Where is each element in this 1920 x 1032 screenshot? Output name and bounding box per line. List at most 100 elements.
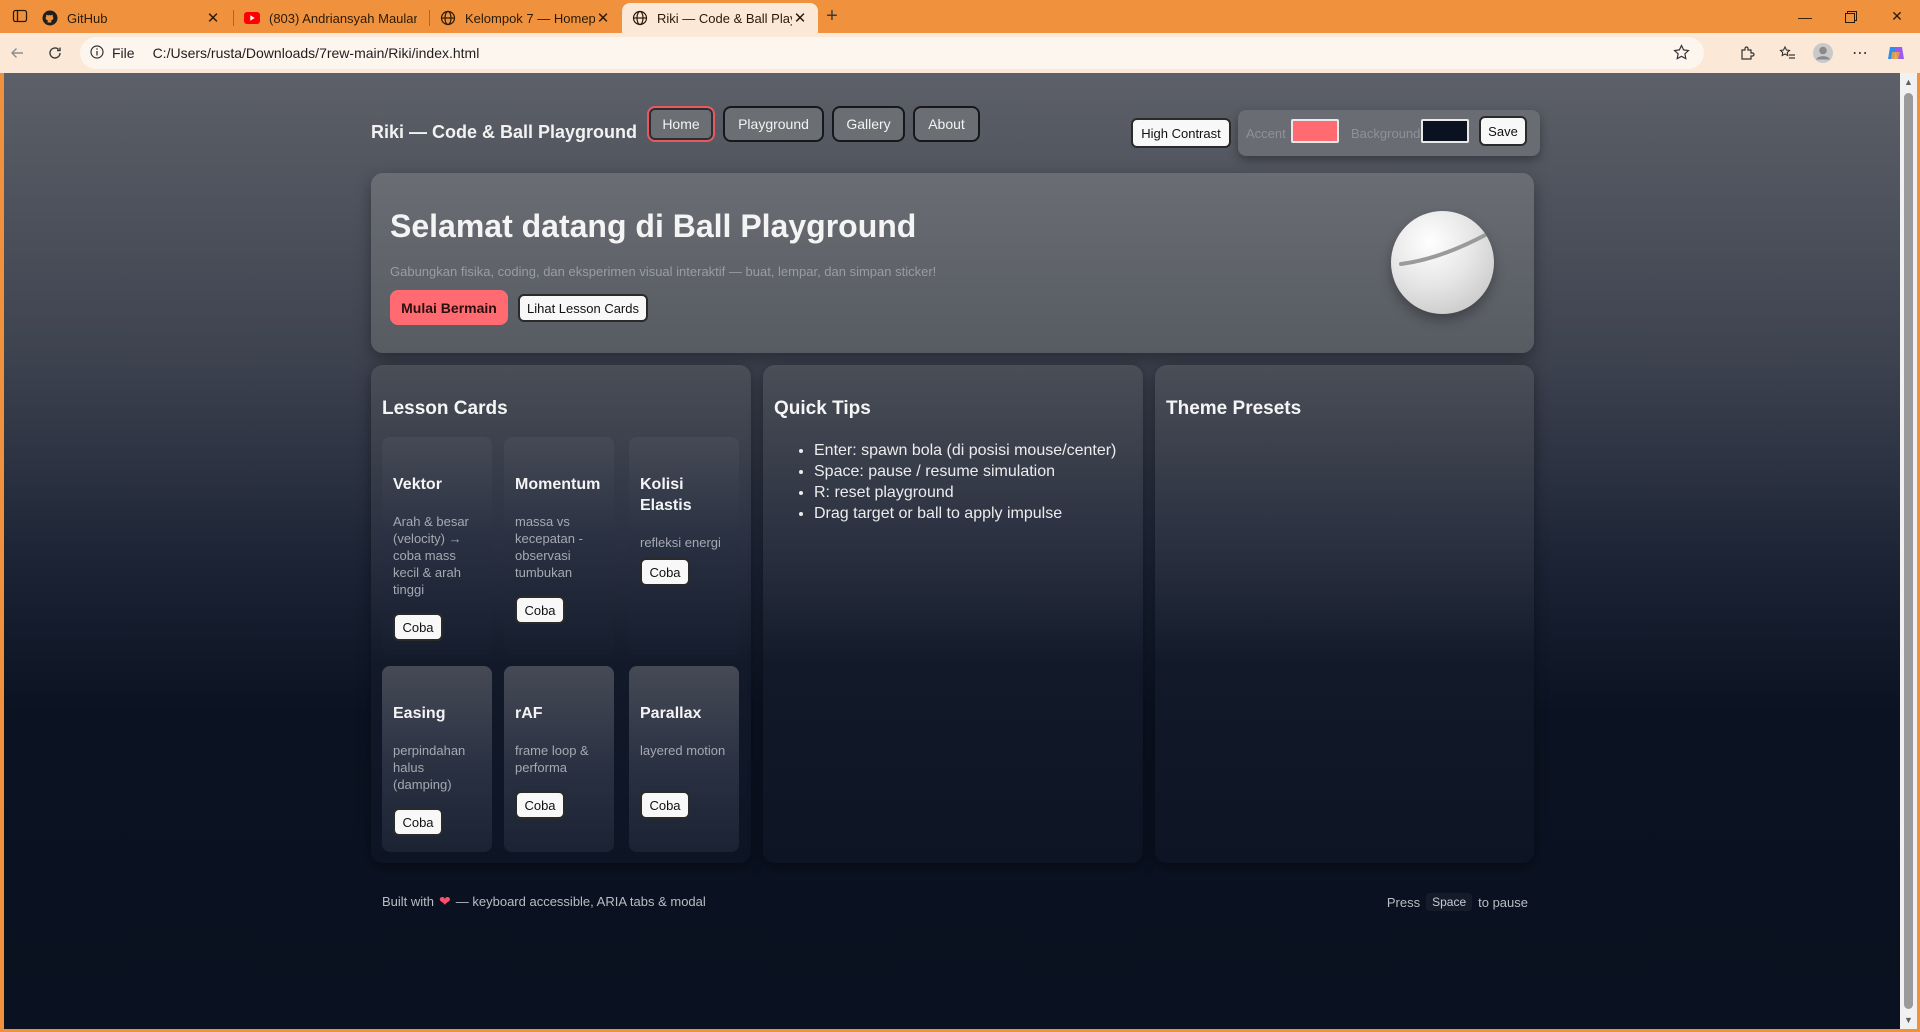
hero-section: Selamat datang di Ball Playground Gabung… bbox=[371, 173, 1534, 353]
list-item: Enter: spawn bola (di posisi mouse/cente… bbox=[814, 440, 1116, 461]
tab-youtube[interactable]: (803) Andriansyah Maulana - You bbox=[234, 3, 427, 33]
card-description: layered motion bbox=[640, 743, 726, 758]
list-item: R: reset playground bbox=[814, 482, 1116, 503]
scroll-down-icon[interactable]: ▼ bbox=[1904, 1015, 1913, 1025]
nav-about-button[interactable]: About bbox=[913, 106, 980, 142]
github-icon bbox=[42, 10, 58, 26]
list-item: Space: pause / resume simulation bbox=[814, 461, 1116, 482]
try-button[interactable]: Coba bbox=[393, 613, 443, 641]
lesson-cards-panel: Lesson Cards Vektor Arah & besar (veloci… bbox=[371, 365, 751, 863]
lesson-card: rAF frame loop & performa Coba bbox=[504, 666, 614, 852]
nav-gallery-button[interactable]: Gallery bbox=[832, 106, 905, 142]
accent-label: Accent bbox=[1246, 126, 1286, 141]
start-playing-button[interactable]: Mulai Bermain bbox=[390, 290, 508, 325]
reload-icon[interactable] bbox=[41, 39, 69, 67]
theme-presets-panel: Theme Presets bbox=[1155, 365, 1534, 863]
minimize-icon[interactable]: — bbox=[1782, 0, 1828, 33]
card-description: frame loop & performa bbox=[515, 743, 589, 775]
scheme-label: File bbox=[112, 45, 135, 61]
footer-shortcut-hint: Press Space to pause bbox=[1384, 893, 1528, 911]
hero-title: Selamat datang di Ball Playground bbox=[390, 208, 917, 244]
background-color-picker[interactable] bbox=[1421, 119, 1469, 143]
lesson-cards-title: Lesson Cards bbox=[382, 398, 508, 419]
quick-tips-panel: Quick Tips Enter: spawn bola (di posisi … bbox=[763, 365, 1143, 863]
theme-controls: Accent Background Save bbox=[1238, 110, 1540, 156]
tab-github[interactable]: GitHub ✕ bbox=[32, 3, 231, 33]
card-title: Momentum bbox=[515, 476, 601, 493]
close-window-icon[interactable]: ✕ bbox=[1874, 0, 1920, 33]
close-tab-icon[interactable]: ✕ bbox=[792, 10, 808, 27]
favorite-star-icon[interactable] bbox=[1673, 44, 1690, 64]
card-description: massa vs kecepatan - observasi tumbukan bbox=[515, 514, 583, 580]
accent-color-picker[interactable] bbox=[1291, 119, 1339, 143]
footer-pause-label: to pause bbox=[1478, 894, 1528, 910]
card-title: Kolisi Elastis bbox=[640, 476, 692, 514]
lesson-card: Parallax layered motion Coba bbox=[629, 666, 739, 852]
tab-title: (803) Andriansyah Maulana - You bbox=[269, 10, 417, 26]
heart-icon: ❤ bbox=[439, 893, 451, 909]
list-item: Drag target or ball to apply impulse bbox=[814, 503, 1116, 524]
theme-presets-title: Theme Presets bbox=[1166, 398, 1302, 419]
scroll-up-icon[interactable]: ▲ bbox=[1904, 77, 1913, 87]
address-bar[interactable]: File C:/Users/rusta/Downloads/7rew-main/… bbox=[80, 37, 1704, 69]
browser-toolbar: File C:/Users/rusta/Downloads/7rew-main/… bbox=[0, 33, 1920, 73]
browser-tab-bar: GitHub ✕ (803) Andriansyah Maulana - You… bbox=[0, 0, 1920, 33]
tab-riki[interactable]: Riki — Code & Ball Playground ✕ bbox=[622, 3, 818, 33]
nav-playground-button[interactable]: Playground bbox=[723, 106, 824, 142]
view-lesson-cards-button[interactable]: Lihat Lesson Cards bbox=[518, 294, 648, 322]
try-button[interactable]: Coba bbox=[515, 791, 565, 819]
footer-press-label: Press bbox=[1386, 894, 1421, 910]
back-icon[interactable] bbox=[3, 39, 31, 67]
profile-avatar-icon[interactable] bbox=[1809, 39, 1837, 67]
more-options-icon[interactable]: ⋯ bbox=[1846, 39, 1874, 67]
footer-credits: Built with ❤ — keyboard accessible, ARIA… bbox=[382, 893, 706, 910]
page-scrollbar[interactable]: ▲ ▼ bbox=[1900, 73, 1917, 1029]
hero-subtitle: Gabungkan fisika, coding, dan eksperimen… bbox=[390, 264, 937, 279]
card-description: perpindahan halus (damping) bbox=[393, 743, 466, 792]
url-text[interactable]: C:/Users/rusta/Downloads/7rew-main/Riki/… bbox=[153, 45, 480, 61]
card-title: Easing bbox=[393, 705, 446, 722]
tab-title: GitHub bbox=[67, 10, 108, 26]
space-key-badge: Space bbox=[1426, 893, 1473, 911]
lesson-card: Easing perpindahan halus (damping) Coba bbox=[382, 666, 492, 852]
card-title: Vektor bbox=[393, 476, 442, 493]
info-icon[interactable] bbox=[90, 44, 104, 62]
card-description: Arah & besar (velocity) → coba mass keci… bbox=[393, 514, 469, 597]
collections-icon[interactable] bbox=[1773, 39, 1801, 67]
scrollbar-thumb[interactable] bbox=[1904, 93, 1913, 1009]
youtube-icon bbox=[244, 10, 260, 26]
high-contrast-button[interactable]: High Contrast bbox=[1131, 118, 1231, 148]
close-tab-icon[interactable]: ✕ bbox=[205, 10, 221, 27]
copilot-icon[interactable] bbox=[1882, 39, 1910, 67]
lesson-card: Vektor Arah & besar (velocity) → coba ma… bbox=[382, 437, 492, 655]
quick-tips-title: Quick Tips bbox=[774, 398, 871, 419]
footer-built-prefix: Built with bbox=[382, 894, 435, 909]
card-title: Parallax bbox=[640, 705, 702, 722]
card-title: rAF bbox=[515, 705, 543, 722]
page-viewport: Riki — Code & Ball Playground Home Playg… bbox=[4, 73, 1900, 1029]
background-label: Background bbox=[1351, 126, 1421, 141]
try-button[interactable]: Coba bbox=[515, 596, 565, 624]
hero-ball-illustration[interactable] bbox=[1391, 211, 1494, 314]
globe-icon bbox=[440, 10, 456, 26]
footer-built-suffix: — keyboard accessible, ARIA tabs & modal bbox=[455, 894, 706, 909]
new-tab-icon[interactable]: + bbox=[818, 2, 846, 30]
extensions-icon[interactable] bbox=[1733, 39, 1761, 67]
nav-home-button[interactable]: Home bbox=[647, 106, 715, 142]
lesson-card: Momentum massa vs kecepatan - observasi … bbox=[504, 437, 614, 655]
card-description: refleksi energi bbox=[640, 535, 721, 550]
site-title: Riki — Code & Ball Playground bbox=[371, 122, 638, 142]
tab-actions-icon[interactable] bbox=[6, 2, 34, 30]
save-theme-button[interactable]: Save bbox=[1479, 116, 1527, 146]
close-tab-icon[interactable]: ✕ bbox=[595, 10, 611, 27]
try-button[interactable]: Coba bbox=[640, 558, 690, 586]
tab-kelompok[interactable]: Kelompok 7 — Homepage ✕ bbox=[430, 3, 621, 33]
try-button[interactable]: Coba bbox=[640, 791, 690, 819]
tab-title: Riki — Code & Ball Playground bbox=[657, 10, 792, 26]
restore-icon[interactable] bbox=[1828, 0, 1874, 33]
tab-title: Kelompok 7 — Homepage bbox=[465, 10, 595, 26]
globe-icon bbox=[632, 10, 648, 26]
quick-tips-list: Enter: spawn bola (di posisi mouse/cente… bbox=[814, 440, 1116, 524]
lesson-card: Kolisi Elastis refleksi energi Coba bbox=[629, 437, 739, 655]
try-button[interactable]: Coba bbox=[393, 808, 443, 836]
